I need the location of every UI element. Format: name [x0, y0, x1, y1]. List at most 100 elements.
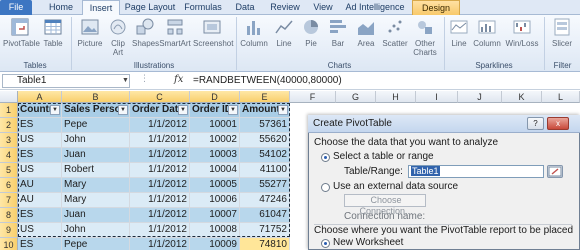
cell-order-id[interactable]: 10009: [190, 238, 240, 250]
cell-country[interactable]: ES: [18, 148, 62, 163]
table-header-cell[interactable]: Order Date ▼: [130, 103, 190, 118]
table-header-cell[interactable]: Country ▼: [18, 103, 62, 118]
column-header-j[interactable]: J: [458, 91, 502, 103]
cell-country[interactable]: US: [18, 133, 62, 148]
row-header[interactable]: 3: [0, 133, 18, 148]
other-charts-button[interactable]: Other Charts: [411, 17, 439, 59]
cell-order-id[interactable]: 10002: [190, 133, 240, 148]
cell-country[interactable]: AU: [18, 193, 62, 208]
cell-amount[interactable]: 55277: [240, 178, 290, 193]
row-header[interactable]: 7: [0, 193, 18, 208]
cell-sales-person[interactable]: Pepe: [62, 118, 130, 133]
name-box-dropdown-icon[interactable]: ▼: [122, 77, 129, 84]
tab-view[interactable]: View: [308, 0, 338, 15]
filter-dropdown-icon[interactable]: ▼: [228, 105, 238, 115]
cell-order-id[interactable]: 10006: [190, 193, 240, 208]
column-header-c[interactable]: C: [130, 91, 190, 103]
tab-page-layout[interactable]: Page Layout: [124, 0, 176, 15]
help-button[interactable]: ?: [527, 117, 544, 130]
column-header-g[interactable]: G: [336, 91, 376, 103]
row-header[interactable]: 2: [0, 118, 18, 133]
collapse-dialog-icon[interactable]: [547, 165, 563, 178]
row-header[interactable]: 10: [0, 238, 18, 250]
column-header-e[interactable]: E: [240, 91, 290, 103]
cell-amount[interactable]: 47246: [240, 193, 290, 208]
cell-sales-person[interactable]: Pepe: [62, 238, 130, 250]
sparkline-line-button[interactable]: Line: [448, 17, 470, 59]
tab-review[interactable]: Review: [266, 0, 304, 15]
cell-country[interactable]: ES: [18, 118, 62, 133]
smartart-button[interactable]: SmartArt: [159, 17, 191, 59]
choose-connection-button[interactable]: Choose Connection...: [344, 194, 426, 216]
filter-dropdown-icon[interactable]: ▼: [118, 105, 128, 115]
cell-order-date[interactable]: 1/1/2012: [130, 133, 190, 148]
radio-new-worksheet[interactable]: [321, 239, 330, 248]
column-header-l[interactable]: L: [542, 91, 580, 103]
column-header-d[interactable]: D: [190, 91, 240, 103]
radio-external-source-label[interactable]: Use an external data source: [333, 181, 458, 193]
cell-order-id[interactable]: 10008: [190, 223, 240, 238]
cell-order-date[interactable]: 1/1/2012: [130, 178, 190, 193]
cell-order-date[interactable]: 1/1/2012: [130, 148, 190, 163]
formula-input[interactable]: =RANDBETWEEN(40000,80000): [193, 74, 578, 88]
filter-dropdown-icon[interactable]: ▼: [178, 105, 188, 115]
cell-country[interactable]: ES: [18, 238, 62, 250]
table-button[interactable]: Table: [40, 17, 66, 59]
cell-order-id[interactable]: 10001: [190, 118, 240, 133]
cell-country[interactable]: ES: [18, 208, 62, 223]
cell-sales-person[interactable]: John: [62, 133, 130, 148]
cell-amount[interactable]: 55620: [240, 133, 290, 148]
column-header-k[interactable]: K: [502, 91, 542, 103]
radio-new-worksheet-label[interactable]: New Worksheet: [333, 237, 403, 249]
tab-ad-intelligence[interactable]: Ad Intelligence: [342, 0, 408, 15]
scatter-chart-button[interactable]: Scatter: [381, 17, 409, 59]
table-range-input[interactable]: Table1: [408, 165, 544, 178]
cell-sales-person[interactable]: Mary: [62, 193, 130, 208]
row-header[interactable]: 6: [0, 178, 18, 193]
cell-amount[interactable]: 71752: [240, 223, 290, 238]
insert-function-button[interactable]: fx: [174, 74, 183, 85]
cell-amount[interactable]: 61047: [240, 208, 290, 223]
radio-select-table[interactable]: [321, 153, 330, 162]
row-header[interactable]: 9: [0, 223, 18, 238]
cell-order-date[interactable]: 1/1/2012: [130, 163, 190, 178]
clip-art-button[interactable]: Clip Art: [106, 17, 130, 59]
radio-external-source[interactable]: [321, 183, 330, 192]
column-header-f[interactable]: F: [290, 91, 336, 103]
close-button[interactable]: x: [547, 117, 569, 130]
cell-country[interactable]: AU: [18, 178, 62, 193]
filter-dropdown-icon[interactable]: ▼: [50, 105, 60, 115]
cell-sales-person[interactable]: Juan: [62, 148, 130, 163]
cell-order-date[interactable]: 1/1/2012: [130, 238, 190, 250]
column-header-i[interactable]: I: [416, 91, 458, 103]
slicer-button[interactable]: Slicer: [547, 17, 577, 59]
cell-amount[interactable]: 41100: [240, 163, 290, 178]
cell-order-id[interactable]: 10003: [190, 148, 240, 163]
tab-file[interactable]: File: [0, 0, 32, 15]
filter-dropdown-icon[interactable]: ▼: [278, 105, 288, 115]
cell-order-id[interactable]: 10007: [190, 208, 240, 223]
cell-amount[interactable]: 54102: [240, 148, 290, 163]
picture-button[interactable]: Picture: [75, 17, 105, 59]
tab-data[interactable]: Data: [230, 0, 260, 15]
column-chart-button[interactable]: Column: [239, 17, 269, 59]
tab-design[interactable]: Design: [412, 0, 460, 15]
screenshot-button[interactable]: Screenshot: [193, 17, 233, 59]
select-all-corner[interactable]: [0, 91, 18, 103]
row-header[interactable]: 8: [0, 208, 18, 223]
column-header-h[interactable]: H: [376, 91, 416, 103]
cell-order-id[interactable]: 10004: [190, 163, 240, 178]
cell-country[interactable]: US: [18, 163, 62, 178]
column-header-b[interactable]: B: [62, 91, 130, 103]
row-header[interactable]: 1: [0, 103, 18, 118]
cell-order-id[interactable]: 10005: [190, 178, 240, 193]
bar-chart-button[interactable]: Bar: [327, 17, 349, 59]
cell-sales-person[interactable]: Juan: [62, 208, 130, 223]
cell-sales-person[interactable]: John: [62, 223, 130, 238]
area-chart-button[interactable]: Area: [354, 17, 378, 59]
tab-insert[interactable]: Insert: [82, 0, 120, 16]
cell-order-date[interactable]: 1/1/2012: [130, 118, 190, 133]
pivottable-button[interactable]: PivotTable: [3, 17, 40, 59]
cell-sales-person[interactable]: Robert: [62, 163, 130, 178]
line-chart-button[interactable]: Line: [272, 17, 296, 59]
